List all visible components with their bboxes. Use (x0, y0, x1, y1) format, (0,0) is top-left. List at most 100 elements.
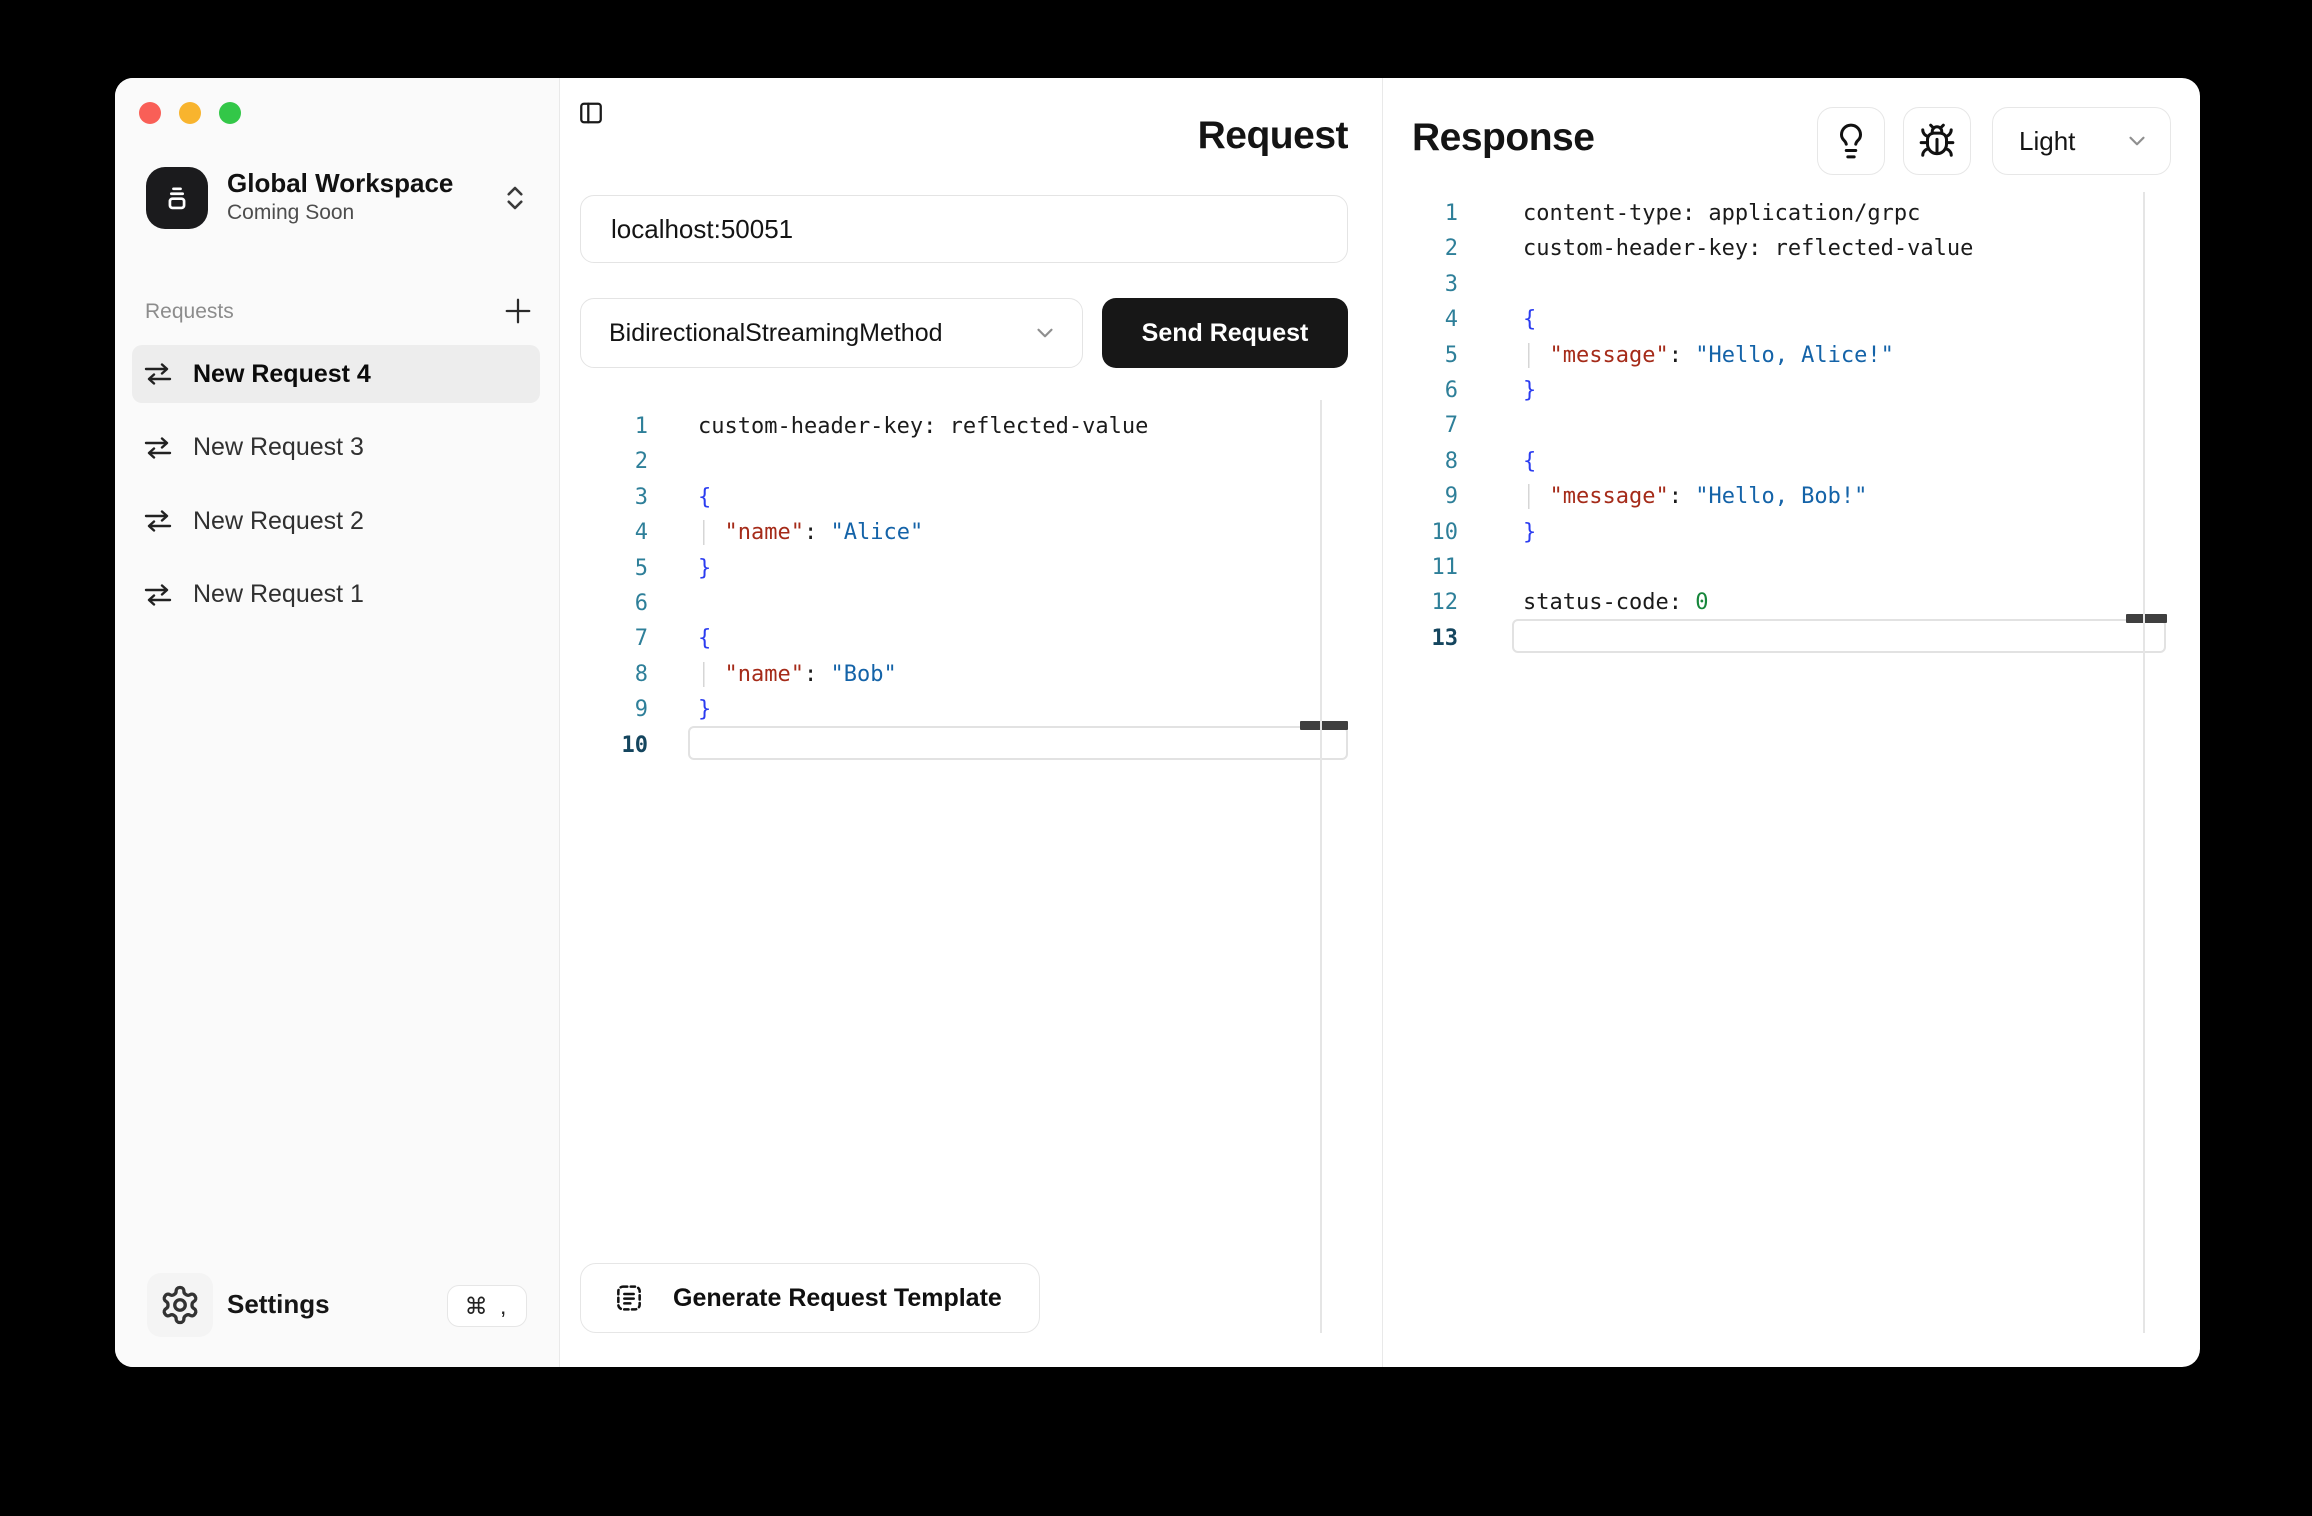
server-url-value: localhost:50051 (611, 214, 793, 245)
method-dropdown[interactable]: BidirectionalStreamingMethod (580, 298, 1083, 368)
request-item-label: New Request 4 (193, 360, 371, 389)
request-editor-gutter-rule (1320, 400, 1322, 1333)
line-number: 2 (1390, 231, 1458, 266)
server-url-input[interactable]: localhost:50051 (580, 195, 1348, 263)
code-line[interactable]: 1 custom-header-key: reflected-value (580, 409, 1350, 444)
code-line[interactable]: 2 custom-header-key: reflected-value (1390, 231, 2180, 266)
theme-dropdown[interactable]: Light (1992, 107, 2171, 175)
debug-button[interactable] (1903, 107, 1971, 175)
code-line[interactable]: 5} (580, 551, 1350, 586)
line-number: 10 (1390, 515, 1458, 550)
code-text: { (698, 480, 711, 515)
code-line[interactable]: 12 status-code: 0 (1390, 585, 2180, 620)
request-item-label: New Request 2 (193, 507, 364, 536)
request-editor-scroll-marker (1300, 721, 1348, 730)
line-number: 6 (580, 586, 648, 621)
code-line[interactable]: 11 (1390, 550, 2180, 585)
theme-dropdown-value: Light (2019, 126, 2075, 157)
zoom-window-button[interactable] (219, 102, 241, 124)
hints-button[interactable] (1817, 107, 1885, 175)
code-text: } (698, 551, 711, 586)
code-text: "message": "Hello, Bob!" (1523, 479, 1867, 514)
code-text: { (1523, 302, 1536, 337)
arrows-right-left-icon (143, 363, 173, 385)
code-line[interactable]: 3 (1390, 267, 2180, 302)
request-editor[interactable]: 1 custom-header-key: reflected-value 23{4 … (580, 409, 1350, 763)
response-editor-active-line[interactable] (1512, 619, 2166, 653)
sidebar: Global Workspace Coming Soon Requests Ne… (115, 78, 560, 1367)
workspace-switcher[interactable]: Global Workspace Coming Soon (146, 167, 541, 229)
code-line[interactable]: 9 "message": "Hello, Bob!" (1390, 479, 2180, 514)
response-editor-scroll-marker (2126, 614, 2167, 623)
line-number: 11 (1390, 550, 1458, 585)
arrows-right-left-icon (143, 584, 173, 606)
code-line[interactable]: 7 (1390, 408, 2180, 443)
chevrons-up-down-icon[interactable] (500, 182, 530, 214)
code-line[interactable]: 7{ (580, 621, 1350, 656)
sidebar-toggle-button[interactable] (578, 100, 604, 126)
line-number: 1 (580, 409, 648, 444)
sidebar-item-request-3[interactable]: New Request 3 (132, 419, 540, 477)
code-line[interactable]: 4{ (1390, 302, 2180, 337)
lightbulb-icon (1832, 122, 1870, 160)
chevron-down-icon (2124, 128, 2150, 154)
send-request-label: Send Request (1142, 319, 1309, 348)
sidebar-item-request-4[interactable]: New Request 4 (132, 345, 540, 403)
code-line[interactable]: 6} (1390, 373, 2180, 408)
gear-icon (159, 1284, 201, 1326)
line-number: 3 (1390, 267, 1458, 302)
code-line[interactable]: 5 "message": "Hello, Alice!" (1390, 338, 2180, 373)
archive-icon (160, 181, 194, 215)
request-item-label: New Request 3 (193, 433, 364, 462)
close-window-button[interactable] (139, 102, 161, 124)
code-line[interactable]: 6 (580, 586, 1350, 621)
request-editor-active-line[interactable] (688, 726, 1348, 760)
response-panel-title: Response (1412, 116, 1594, 160)
add-request-button[interactable] (501, 294, 535, 328)
code-text: custom-header-key: reflected-value (698, 409, 1148, 444)
code-text: { (1523, 444, 1536, 479)
line-number: 5 (580, 551, 648, 586)
code-text: "message": "Hello, Alice!" (1523, 338, 1894, 373)
line-number: 7 (1390, 408, 1458, 443)
minimize-window-button[interactable] (179, 102, 201, 124)
request-list: New Request 4 New Request 3 New Request … (132, 345, 540, 639)
code-line[interactable]: 8{ (1390, 444, 2180, 479)
code-text: "name": "Alice" (698, 515, 923, 550)
line-number: 12 (1390, 585, 1458, 620)
response-editor[interactable]: 1content-type: application/grpc2 custom-h… (1390, 196, 2180, 656)
line-number: 6 (1390, 373, 1458, 408)
line-number: 9 (580, 692, 648, 727)
code-text: custom-header-key: reflected-value (1523, 231, 1973, 266)
send-request-button[interactable]: Send Request (1102, 298, 1348, 368)
template-icon (613, 1282, 645, 1314)
code-text: content-type: application/grpc (1523, 196, 1920, 231)
code-line[interactable]: 8 "name": "Bob" (580, 657, 1350, 692)
request-item-label: New Request 1 (193, 580, 364, 609)
code-line[interactable]: 1content-type: application/grpc (1390, 196, 2180, 231)
generate-template-button[interactable]: Generate Request Template (580, 1263, 1040, 1333)
line-number: 2 (580, 444, 648, 479)
code-line[interactable]: 10} (1390, 515, 2180, 550)
sidebar-item-request-1[interactable]: New Request 1 (132, 566, 540, 624)
code-line[interactable]: 2 (580, 444, 1350, 479)
sidebar-item-request-2[interactable]: New Request 2 (132, 492, 540, 550)
bug-icon (1918, 122, 1956, 160)
line-number: 8 (580, 657, 648, 692)
gear-tile (147, 1273, 213, 1337)
chevron-down-icon (1032, 320, 1058, 346)
workspace-tile (146, 167, 208, 229)
code-line[interactable]: 9} (580, 692, 1350, 727)
generate-template-label: Generate Request Template (673, 1284, 1002, 1313)
code-text: status-code: 0 (1523, 585, 1708, 620)
code-line[interactable]: 4 "name": "Alice" (580, 515, 1350, 550)
line-number: 5 (1390, 338, 1458, 373)
response-editor-gutter-rule (2143, 192, 2145, 1333)
line-number: 4 (580, 515, 648, 550)
code-text: } (1523, 373, 1536, 408)
code-line[interactable]: 3{ (580, 480, 1350, 515)
method-dropdown-value: BidirectionalStreamingMethod (609, 319, 1032, 348)
line-number: 13 (1390, 621, 1458, 656)
arrows-right-left-icon (143, 510, 173, 532)
settings-row[interactable]: Settings ⌘ , (147, 1273, 529, 1337)
